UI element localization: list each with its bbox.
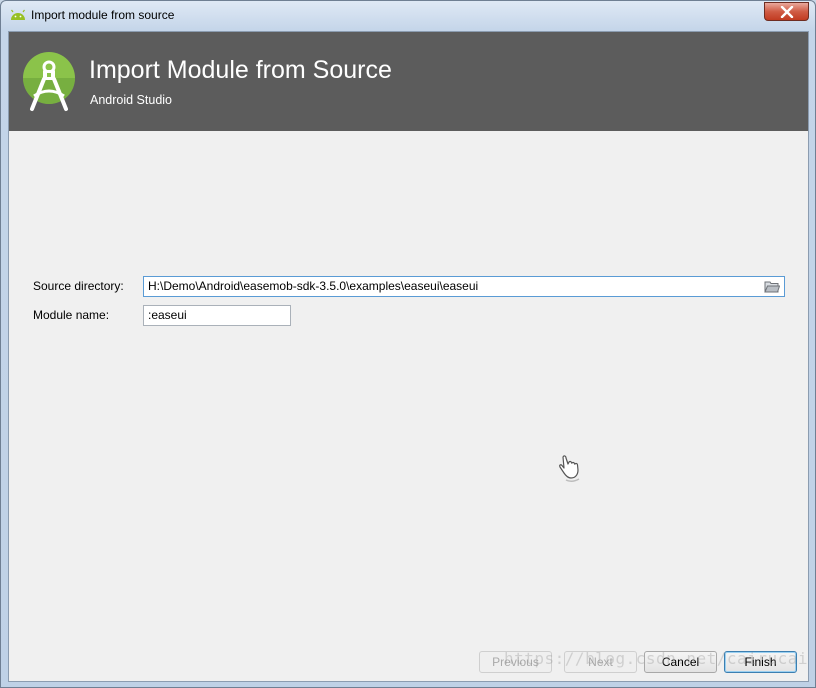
wizard-header: Import Module from Source Android Studio bbox=[9, 32, 808, 131]
android-icon bbox=[11, 9, 25, 20]
close-button[interactable] bbox=[764, 2, 809, 21]
page-subtitle: Android Studio bbox=[90, 93, 173, 107]
page-title: Import Module from Source bbox=[89, 56, 392, 84]
module-name-label: Module name: bbox=[33, 308, 110, 322]
source-directory-input[interactable]: H:\Demo\Android\easemob-sdk-3.5.0\exampl… bbox=[143, 276, 785, 297]
source-directory-value: H:\Demo\Android\easemob-sdk-3.5.0\exampl… bbox=[148, 279, 479, 293]
source-directory-label: Source directory: bbox=[33, 279, 124, 293]
module-name-input[interactable]: :easeui bbox=[143, 305, 291, 326]
folder-icon[interactable] bbox=[764, 280, 780, 293]
window-title: Import module from source bbox=[31, 8, 175, 22]
dialog-content: Import Module from Source Android Studio… bbox=[8, 31, 809, 682]
close-icon bbox=[780, 6, 794, 18]
module-name-value: :easeui bbox=[148, 308, 187, 322]
dialog-window: Import module from source Import Module … bbox=[0, 0, 816, 688]
title-bar[interactable]: Import module from source bbox=[1, 1, 815, 31]
watermark: https://blog.csdn.net/cairucai bbox=[504, 649, 808, 668]
android-studio-logo-icon bbox=[23, 52, 75, 111]
hand-cursor-icon bbox=[559, 455, 580, 483]
